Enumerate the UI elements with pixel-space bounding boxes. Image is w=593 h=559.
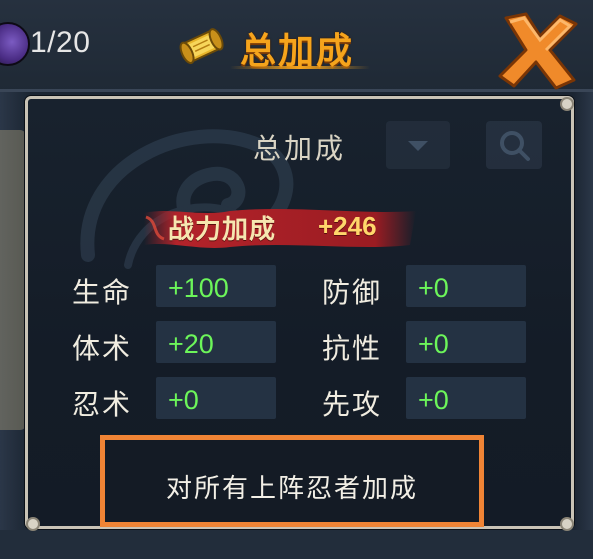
stat-value-taijutsu: +20: [168, 329, 214, 359]
stat-label-initiative: 先攻: [322, 388, 383, 421]
stat-value-hp: +100: [168, 273, 229, 303]
bonus-scope-note: 对所有上阵忍者加成: [100, 435, 484, 527]
panel-corner-ornament: [26, 517, 40, 531]
stat-value-ninjutsu: +0: [168, 385, 199, 415]
bonus-scope-text: 对所有上阵忍者加成: [165, 474, 418, 504]
stat-value-defense: +0: [418, 273, 449, 303]
panel-corner-ornament: [560, 97, 574, 111]
scroll-icon: [179, 28, 224, 65]
stat-value-resistance: +0: [418, 329, 449, 359]
stat-label-taijutsu: 体术: [72, 332, 133, 365]
close-x-icon[interactable]: [496, 10, 580, 90]
power-bonus-value: +246: [318, 211, 377, 241]
panel-corner-ornament: [560, 517, 574, 531]
stat-label-resistance: 抗性: [322, 332, 383, 365]
bonus-popup-panel: 总加成 战力加成 +246 生命 +100 体术 +20 忍术 +0 防御 +0…: [25, 96, 574, 531]
stat-label-defense: 防御: [322, 276, 383, 309]
counter-text: 1/20: [30, 26, 91, 59]
panel-title: 总加成: [252, 132, 346, 165]
header-underline: [230, 66, 370, 69]
stat-label-hp: 生命: [72, 276, 133, 309]
background-left-highlight: [0, 130, 26, 430]
background-right: [573, 92, 593, 559]
power-bonus-label: 战力加成: [168, 215, 277, 245]
background-bottom: [0, 530, 593, 559]
stat-value-initiative: +0: [418, 385, 449, 415]
stat-label-ninjutsu: 忍术: [72, 388, 133, 421]
